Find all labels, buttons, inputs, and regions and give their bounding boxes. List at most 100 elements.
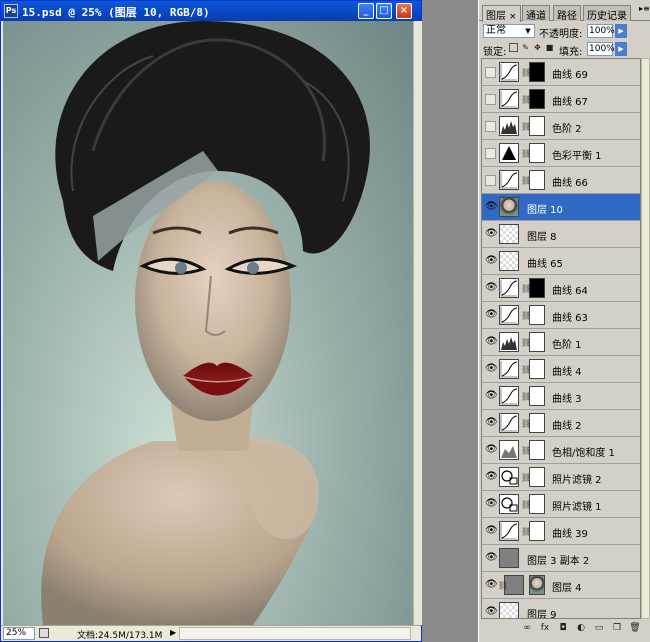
link-layers-icon[interactable]: ∞ <box>521 622 533 634</box>
eye-icon[interactable]: 👁 <box>485 526 498 537</box>
layer-mask-thumbnail[interactable] <box>529 359 545 379</box>
layer-thumbnail[interactable] <box>499 197 519 217</box>
curves-adjustment-icon[interactable] <box>499 278 519 298</box>
visibility-toggle[interactable] <box>485 121 496 132</box>
eye-icon[interactable]: 👁 <box>485 202 498 213</box>
eye-icon[interactable]: 👁 <box>485 553 498 564</box>
visibility-toggle[interactable] <box>485 67 496 78</box>
layer-mask-thumbnail[interactable] <box>529 170 545 190</box>
layer-mask-thumbnail[interactable] <box>529 143 545 163</box>
eye-icon[interactable]: 👁 <box>485 472 498 483</box>
lock-transparent-icon[interactable] <box>509 43 518 52</box>
adjustment-layer-icon[interactable]: ◐ <box>575 622 587 634</box>
opacity-slider-arrow-icon[interactable]: ▶ <box>615 24 627 38</box>
layer-mask-thumbnail[interactable] <box>529 278 545 298</box>
layer-row[interactable]: 👁 ⛓ 色相/饱和度 1 <box>482 437 640 464</box>
layer-row[interactable]: 👁 图层 9 <box>482 599 640 618</box>
layer-mask-thumbnail[interactable] <box>529 332 545 352</box>
zoom-field[interactable]: 25% <box>3 627 35 640</box>
layer-mask-thumbnail[interactable] <box>529 116 545 136</box>
layer-mask-thumbnail[interactable] <box>529 89 545 109</box>
layer-mask-thumbnail[interactable] <box>529 494 545 514</box>
eye-icon[interactable]: 👁 <box>485 229 498 240</box>
curves-adjustment-icon[interactable] <box>499 386 519 406</box>
balance-adjustment-icon[interactable] <box>499 143 519 163</box>
eye-icon[interactable]: 👁 <box>485 337 498 348</box>
curves-adjustment-icon[interactable] <box>499 521 519 541</box>
layer-mask-thumbnail[interactable] <box>529 440 545 460</box>
layer-row[interactable]: 👁 曲线 65 <box>482 248 640 275</box>
visibility-toggle[interactable] <box>485 175 496 186</box>
fill-field[interactable]: 100% <box>587 42 615 56</box>
lock-paint-icon[interactable]: ✎ <box>521 43 530 52</box>
link-icon[interactable]: ⛓ <box>498 581 508 590</box>
tab-layers[interactable]: 图层 × <box>482 5 521 22</box>
layer-thumbnail[interactable] <box>499 548 519 568</box>
layer-row[interactable]: 👁 图层 3 副本 2 <box>482 545 640 572</box>
lock-move-icon[interactable]: ✥ <box>533 43 542 52</box>
layer-row[interactable]: 👁 图层 8 <box>482 221 640 248</box>
tab-history[interactable]: 历史记录 <box>583 5 631 22</box>
layer-row[interactable]: 👁 ⛓ 曲线 64 <box>482 275 640 302</box>
tab-paths[interactable]: 路径 <box>553 5 581 22</box>
tab-channels[interactable]: 通道 <box>522 5 550 22</box>
status-menu-arrow-icon[interactable]: ▶ <box>170 628 176 637</box>
eye-icon[interactable]: 👁 <box>485 364 498 375</box>
hue-adjustment-icon[interactable] <box>499 440 519 460</box>
layer-row[interactable]: 👁 ⛓ 曲线 39 <box>482 518 640 545</box>
delete-layer-icon[interactable]: 🗑 <box>629 622 641 634</box>
layer-mask-thumbnail[interactable] <box>529 62 545 82</box>
image-canvas[interactable] <box>3 21 413 625</box>
curves-adjustment-icon[interactable] <box>499 62 519 82</box>
new-group-icon[interactable]: ▭ <box>593 622 605 634</box>
levels-adjustment-icon[interactable] <box>499 116 519 136</box>
layer-row[interactable]: 👁 ⛓ 曲线 2 <box>482 410 640 437</box>
layer-row[interactable]: 👁 ⛓ 色阶 1 <box>482 329 640 356</box>
horizontal-scrollbar[interactable] <box>179 627 411 640</box>
layer-row[interactable]: ⛓ 曲线 69 <box>482 59 640 86</box>
layer-thumbnail[interactable] <box>499 602 519 618</box>
eye-icon[interactable]: 👁 <box>485 580 498 591</box>
eye-icon[interactable]: 👁 <box>485 607 498 618</box>
status-icon[interactable] <box>39 628 49 638</box>
curves-adjustment-icon[interactable] <box>499 413 519 433</box>
filter-adjustment-icon[interactable] <box>499 467 519 487</box>
layer-thumbnail[interactable] <box>499 224 519 244</box>
layer-row[interactable]: 👁 ⛓ 图层 4 <box>482 572 640 599</box>
eye-icon[interactable]: 👁 <box>485 445 498 456</box>
document-titlebar[interactable]: Ps 15.psd @ 25% (图层 10, RGB/8) _ □ × <box>1 1 421 21</box>
layer-row[interactable]: 👁 ⛓ 曲线 3 <box>482 383 640 410</box>
tab-close-icon[interactable]: × <box>509 12 517 22</box>
eye-icon[interactable]: 👁 <box>485 256 498 267</box>
layer-mask-thumbnail[interactable] <box>529 467 545 487</box>
blend-mode-select[interactable]: 正常 ▼ <box>483 24 535 38</box>
panel-menu-icon[interactable]: ▸≡ <box>639 4 650 13</box>
levels-adjustment-icon[interactable] <box>499 332 519 352</box>
filter-adjustment-icon[interactable] <box>499 494 519 514</box>
layer-row[interactable]: 👁 ⛓ 照片滤镜 1 <box>482 491 640 518</box>
layer-row[interactable]: ⛓ 曲线 67 <box>482 86 640 113</box>
layer-mask-thumbnail[interactable] <box>529 575 545 595</box>
vertical-scrollbar[interactable] <box>413 21 422 625</box>
curves-adjustment-icon[interactable] <box>499 305 519 325</box>
add-mask-icon[interactable]: ◘ <box>557 622 569 634</box>
minimize-button[interactable]: _ <box>358 3 374 19</box>
curves-adjustment-icon[interactable] <box>499 89 519 109</box>
curves-adjustment-icon[interactable] <box>499 170 519 190</box>
fill-slider-arrow-icon[interactable]: ▶ <box>615 42 627 56</box>
layer-row[interactable]: ⛓ 色彩平衡 1 <box>482 140 640 167</box>
layer-row[interactable]: ⛓ 曲线 66 <box>482 167 640 194</box>
layer-thumbnail[interactable] <box>499 251 519 271</box>
layer-row[interactable]: 👁 ⛓ 曲线 63 <box>482 302 640 329</box>
close-button[interactable]: × <box>396 3 412 19</box>
layer-row[interactable]: ⛓ 色阶 2 <box>482 113 640 140</box>
layer-row[interactable]: 👁 ⛓ 照片滤镜 2 <box>482 464 640 491</box>
maximize-button[interactable]: □ <box>376 3 392 19</box>
layer-style-icon[interactable]: fx <box>539 622 551 634</box>
layer-mask-thumbnail[interactable] <box>529 413 545 433</box>
eye-icon[interactable]: 👁 <box>485 499 498 510</box>
layer-mask-thumbnail[interactable] <box>529 386 545 406</box>
opacity-field[interactable]: 100% <box>587 24 615 38</box>
layers-scrollbar[interactable] <box>641 58 650 619</box>
eye-icon[interactable]: 👁 <box>485 418 498 429</box>
